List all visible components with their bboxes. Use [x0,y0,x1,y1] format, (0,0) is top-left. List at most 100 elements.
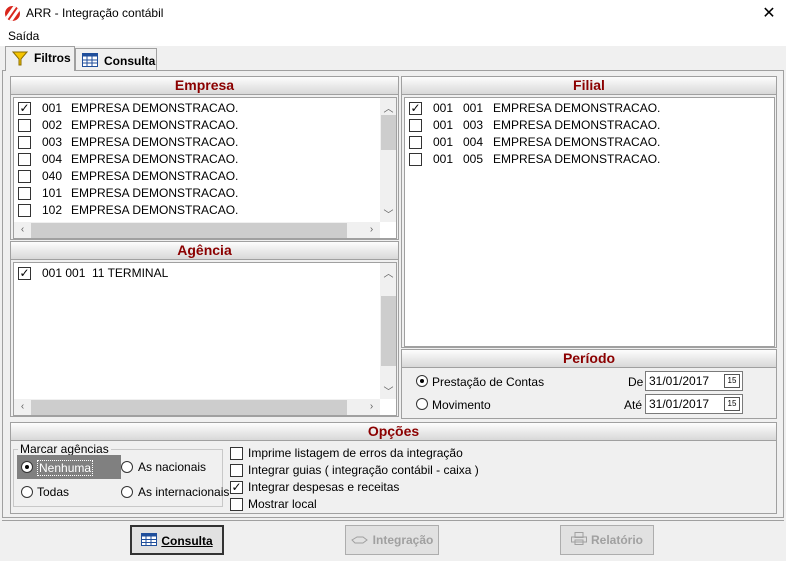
empresa-hscroll[interactable]: ‹ › [14,222,380,238]
empresa-name: EMPRESA DEMONSTRACAO. [71,186,239,200]
empresa-list[interactable]: ✓ 001 EMPRESA DEMONSTRACAO. 002 EMPRESA DEMO… [13,97,397,239]
date-ate-value: 31/01/2017 [649,397,710,411]
filial-name: EMPRESA DEMONSTRACAO. [493,152,661,166]
integracao-button[interactable]: Integração [345,525,439,555]
checkbox[interactable] [409,119,422,132]
agencia-list[interactable]: ✓ 001 001 11 TERMINAL ︿ ﹀ ‹ › [13,262,397,416]
ate-label: Até [624,398,643,412]
checkbox[interactable] [230,447,243,460]
empresa-name: EMPRESA DEMONSTRACAO. [71,152,239,166]
radio-nacionais[interactable] [121,461,133,473]
empresa-name: EMPRESA DEMONSTRACAO. [71,101,239,115]
scroll-left-icon[interactable]: ‹ [14,401,31,412]
table-icon [141,528,158,556]
periodo-group: Período Prestação de Contas Movimento De… [401,349,777,419]
scroll-right-icon[interactable]: › [363,224,380,235]
checkbox[interactable]: ✓ [230,481,243,494]
checkbox[interactable]: ✓ [409,102,422,115]
checkbox[interactable] [409,153,422,166]
scroll-down-icon[interactable]: ﹀ [380,383,396,398]
date-de-value: 31/01/2017 [649,374,710,388]
consulta-button[interactable]: Consulta [130,525,224,555]
filial-code: 003 [463,118,484,132]
checkbox[interactable] [18,136,31,149]
checkbox[interactable] [18,153,31,166]
agencia-vscroll[interactable]: ︿ ﹀ [380,263,396,399]
checkbox[interactable] [18,170,31,183]
option-label: Integrar despesas e receitas [248,480,400,494]
scroll-thumb[interactable] [31,223,347,238]
checkbox[interactable] [18,204,31,217]
checkbox[interactable] [230,498,243,511]
nenhuma-label: Nenhuma [37,460,94,476]
scroll-right-icon[interactable]: › [363,401,380,412]
tab-filtros-label: Filtros [34,51,71,65]
radio-nenhuma[interactable] [21,461,33,473]
filial-group: Filial ✓ 001 001 EMPRESA DEMONSTRACAO. 001 00… [401,76,777,348]
agencia-header: Agência [11,242,398,260]
option-label: Mostrar local [248,497,317,511]
agencia-group: Agência ✓ 001 001 11 TERMINAL ︿ ﹀ ‹ › [10,241,399,417]
periodo-header: Período [402,350,776,368]
calendar-icon[interactable]: 15 [724,397,740,411]
checkbox[interactable] [18,119,31,132]
title-bar: ARR - Integração contábil ✕ [0,0,786,28]
menu-saida[interactable]: Saída [8,29,39,43]
empresa-name: EMPRESA DEMONSTRACAO. [71,118,239,132]
checkbox[interactable]: ✓ [18,267,31,280]
filial-list[interactable]: ✓ 001 001 EMPRESA DEMONSTRACAO. 001 003 EMPRES… [404,97,775,347]
scroll-thumb[interactable] [381,115,396,150]
close-icon[interactable]: ✕ [756,3,782,25]
table-icon [82,53,98,70]
relatorio-button[interactable]: Relatório [560,525,654,555]
checkbox[interactable]: ✓ [18,102,31,115]
empresa-code: 004 [42,152,63,166]
empresa-code: 001 [42,101,63,115]
empresa-name: EMPRESA DEMONSTRACAO. [71,135,239,149]
tab-consulta[interactable]: Consulta [75,48,157,70]
printer-icon [570,527,587,555]
opcoes-header: Opções [11,423,776,441]
radio-prestacao[interactable] [416,375,428,387]
date-ate-field[interactable]: 31/01/2017 15 [645,394,743,414]
calendar-icon[interactable]: 15 [724,374,740,388]
tab-filtros[interactable]: Filtros [5,46,75,71]
option-label: Integrar guias ( integração contábil - c… [248,463,479,477]
empresa-code: 002 [42,118,63,132]
scroll-down-icon[interactable]: ﹀ [380,206,396,221]
date-de-field[interactable]: 31/01/2017 15 [645,371,743,391]
empresa-vscroll[interactable]: ︿ ﹀ [380,98,396,222]
filial-code: 005 [463,152,484,166]
menu-bar: Saída [0,28,786,46]
empresa-code: 003 [42,135,63,149]
scroll-thumb[interactable] [31,400,347,415]
window-title: ARR - Integração contábil [26,6,164,20]
scroll-up-icon[interactable]: ︿ [380,265,396,280]
empresa-name: EMPRESA DEMONSTRACAO. [71,169,239,183]
opcoes-group: Opções Marcar agências Nenhuma As nacion… [10,422,777,514]
agencia-code: 001 001 [42,266,86,280]
checkbox[interactable] [409,136,422,149]
filial-name: EMPRESA DEMONSTRACAO. [493,101,661,115]
prestacao-label: Prestação de Contas [432,375,545,389]
filial-emp: 001 [433,152,454,166]
radio-todas[interactable] [21,486,33,498]
agencia-hscroll[interactable]: ‹ › [14,399,380,415]
filial-header: Filial [402,77,776,95]
scroll-left-icon[interactable]: ‹ [14,224,31,235]
movimento-label: Movimento [432,398,491,412]
empresa-header: Empresa [11,77,398,95]
scroll-thumb[interactable] [381,296,396,366]
filial-emp: 001 [433,135,454,149]
scroll-up-icon[interactable]: ︿ [380,100,396,115]
app-logo-icon [5,6,20,21]
radio-internacionais[interactable] [121,486,133,498]
radio-movimento[interactable] [416,398,428,410]
integracao-button-label: Integração [372,533,434,547]
tab-consulta-label: Consulta [104,54,156,68]
checkbox[interactable] [230,464,243,477]
filial-emp: 001 [433,101,454,115]
filial-emp: 001 [433,118,454,132]
empresa-code: 101 [42,186,63,200]
checkbox[interactable] [18,187,31,200]
